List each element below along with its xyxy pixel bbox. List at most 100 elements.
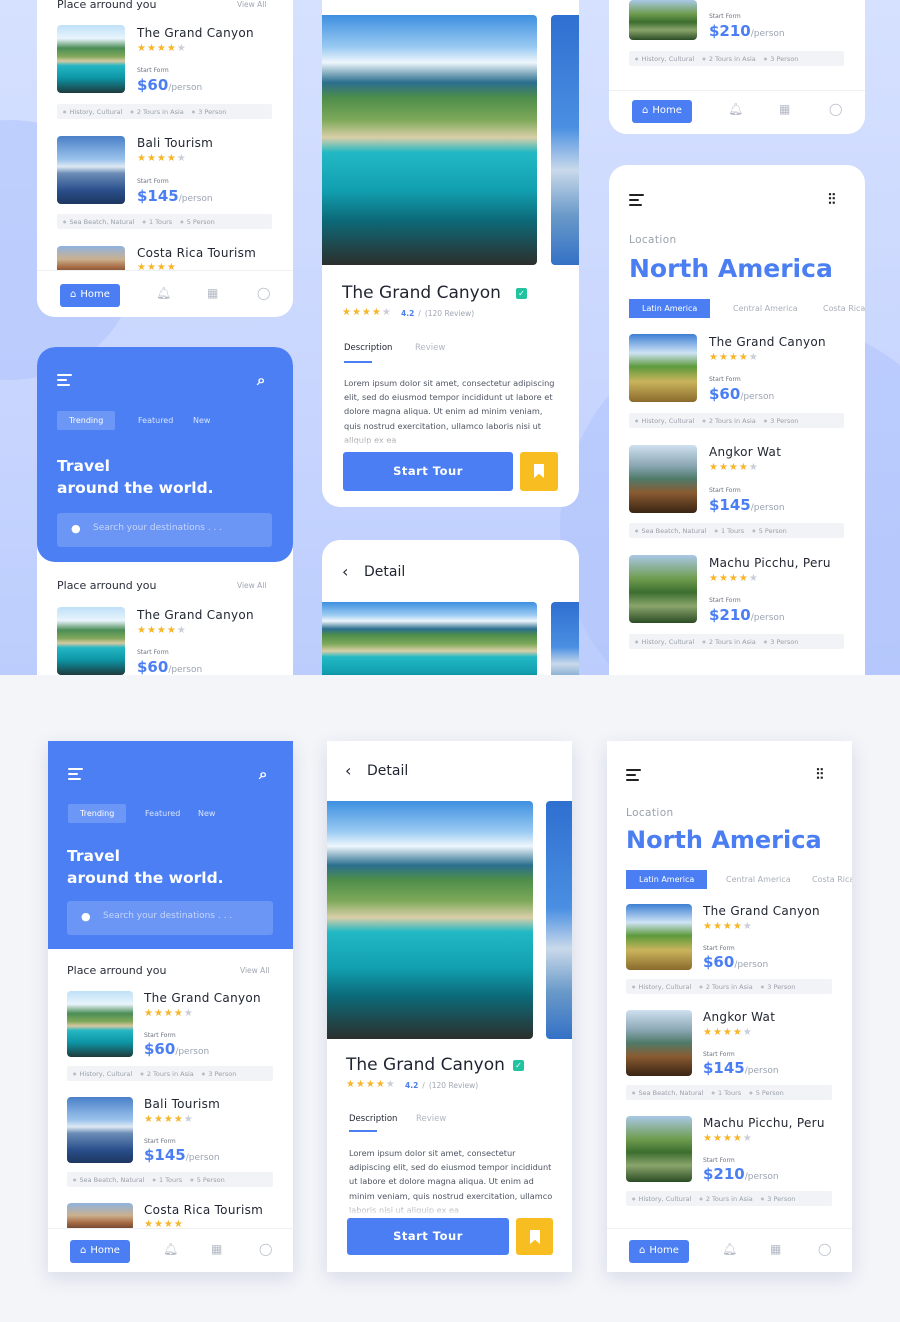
place-name[interactable]: Bali Tourism	[144, 1097, 220, 1111]
chevron-left-icon[interactable]: ‹	[345, 761, 351, 780]
place-image[interactable]	[629, 334, 697, 402]
home-icon: ⌂	[639, 1245, 646, 1256]
place-name[interactable]: Machu Picchu, Peru	[703, 1116, 825, 1130]
user-icon[interactable]: ◯	[818, 1242, 831, 1256]
place-image[interactable]	[57, 136, 125, 204]
next-photo[interactable]	[551, 602, 579, 675]
place-name[interactable]: The Grand Canyon	[703, 904, 820, 918]
place-name[interactable]: The Grand Canyon	[137, 26, 254, 40]
calendar-icon[interactable]: ▦	[770, 1242, 781, 1256]
place-image[interactable]	[626, 1116, 692, 1182]
next-photo[interactable]	[546, 801, 572, 1039]
place-name[interactable]: The Grand Canyon	[144, 991, 261, 1005]
place-image[interactable]	[57, 25, 125, 93]
detail-photo[interactable]	[322, 15, 537, 265]
detail-card-peek: ‹ Detail	[322, 540, 579, 675]
chip-trending[interactable]: Trending	[57, 411, 116, 430]
chip-trending[interactable]: Trending	[68, 804, 127, 823]
home-nav-button[interactable]: ⌂ Home	[70, 1240, 130, 1263]
hamburger-menu-icon[interactable]	[57, 374, 72, 387]
location-pin-icon: ●	[71, 522, 81, 535]
place-name[interactable]: Angkor Wat	[703, 1010, 775, 1024]
detail-photo[interactable]	[322, 602, 537, 675]
view-all-link[interactable]: View All	[240, 966, 269, 975]
bell-icon[interactable]: 🔔︎	[163, 1242, 178, 1256]
view-all-link[interactable]: View All	[237, 581, 266, 590]
bell-icon[interactable]: 🔔︎	[156, 286, 171, 300]
detail-title: The Grand Canyon	[342, 283, 501, 303]
tab-description[interactable]: Description	[344, 343, 392, 353]
calendar-icon[interactable]: ▦	[211, 1242, 222, 1256]
place-image[interactable]	[57, 607, 125, 675]
user-icon[interactable]: ◯	[829, 102, 842, 116]
tab-description[interactable]: Description	[349, 1114, 397, 1124]
place-price: $60/person	[703, 953, 769, 971]
place-image[interactable]	[629, 445, 697, 513]
place-name[interactable]: Machu Picchu, Peru	[709, 556, 831, 570]
place-tags: History, Cultural2 Tours in Asia3 Person	[629, 413, 844, 428]
bookmark-icon[interactable]	[516, 1218, 553, 1255]
hamburger-menu-icon[interactable]	[68, 768, 83, 781]
place-name[interactable]: Costa Rica Tourism	[144, 1203, 263, 1217]
bookmark-icon[interactable]	[520, 452, 558, 491]
tab-latin-america[interactable]: Latin America	[629, 299, 711, 318]
place-image[interactable]	[67, 1097, 133, 1163]
chip-featured[interactable]: Featured	[145, 809, 180, 818]
start-form-label: Start Form	[137, 178, 169, 185]
tab-costa-rica[interactable]: Costa Rica	[823, 304, 865, 313]
hamburger-menu-icon[interactable]	[626, 769, 641, 782]
place-image[interactable]	[629, 0, 697, 40]
location-pin-icon: ●	[81, 910, 91, 923]
tab-central-america[interactable]: Central America	[733, 304, 798, 313]
bell-icon[interactable]: 🔔︎	[722, 1242, 737, 1256]
place-image[interactable]	[626, 904, 692, 970]
tab-review[interactable]: Review	[416, 1114, 446, 1124]
calendar-icon[interactable]: ▦	[207, 286, 218, 300]
chip-new[interactable]: New	[193, 416, 210, 425]
view-all-link[interactable]: View All	[237, 0, 266, 9]
place-name[interactable]: Angkor Wat	[709, 445, 781, 459]
filter-sliders-icon[interactable]: ⫶⫶	[828, 190, 836, 208]
detail-photo[interactable]	[327, 801, 533, 1039]
hero-section: ⌕ Trending Featured New Travel around the…	[48, 741, 293, 949]
calendar-icon[interactable]: ▦	[779, 102, 790, 116]
filter-sliders-icon[interactable]: ⫶⫶	[816, 765, 824, 783]
place-name[interactable]: Costa Rica Tourism	[137, 246, 256, 260]
tab-latin-america[interactable]: Latin America	[626, 870, 708, 889]
chevron-left-icon[interactable]: ‹	[342, 562, 348, 581]
search-icon[interactable]: ⌕	[257, 371, 265, 389]
home-nav-button[interactable]: ⌂ Home	[60, 284, 120, 307]
start-tour-button[interactable]: Start Tour	[343, 452, 513, 491]
chip-featured[interactable]: Featured	[138, 416, 173, 425]
place-price: $145/person	[703, 1059, 779, 1077]
place-image[interactable]	[67, 1203, 133, 1231]
user-icon[interactable]: ◯	[259, 1242, 272, 1256]
search-icon[interactable]: ⌕	[259, 765, 267, 783]
start-tour-button[interactable]: Start Tour	[347, 1218, 509, 1255]
place-name[interactable]: Bali Tourism	[137, 136, 213, 150]
hero-title: Travel around the world.	[57, 457, 214, 497]
place-image[interactable]	[626, 1010, 692, 1076]
tab-review[interactable]: Review	[415, 343, 445, 353]
place-name[interactable]: The Grand Canyon	[709, 335, 826, 349]
hamburger-menu-icon[interactable]	[629, 194, 644, 207]
active-tab-underline	[349, 1130, 377, 1132]
bell-icon[interactable]: 🔔︎	[728, 102, 743, 116]
place-tags: History, Cultural2 Tours in Asia3 Person	[626, 1191, 832, 1206]
place-price: $145/person	[137, 187, 213, 205]
home-nav-button[interactable]: ⌂ Home	[632, 100, 692, 123]
tab-central-america[interactable]: Central America	[726, 875, 791, 884]
home-nav-button[interactable]: ⌂ Home	[629, 1240, 689, 1263]
place-image[interactable]	[629, 555, 697, 623]
start-form-label: Start Form	[703, 945, 735, 952]
tab-costa-rica[interactable]: Costa Rica	[812, 875, 852, 884]
place-name[interactable]: The Grand Canyon	[137, 608, 254, 622]
chip-new[interactable]: New	[198, 809, 215, 818]
start-form-label: Start Form	[144, 1032, 176, 1039]
next-photo[interactable]	[551, 15, 579, 265]
place-image[interactable]	[67, 991, 133, 1057]
user-icon[interactable]: ◯	[257, 286, 270, 300]
detail-header: Detail	[367, 763, 409, 779]
search-input[interactable]: ● Search your destinations . . .	[67, 901, 273, 935]
search-input[interactable]: ● Search your destinations . . .	[57, 513, 272, 547]
